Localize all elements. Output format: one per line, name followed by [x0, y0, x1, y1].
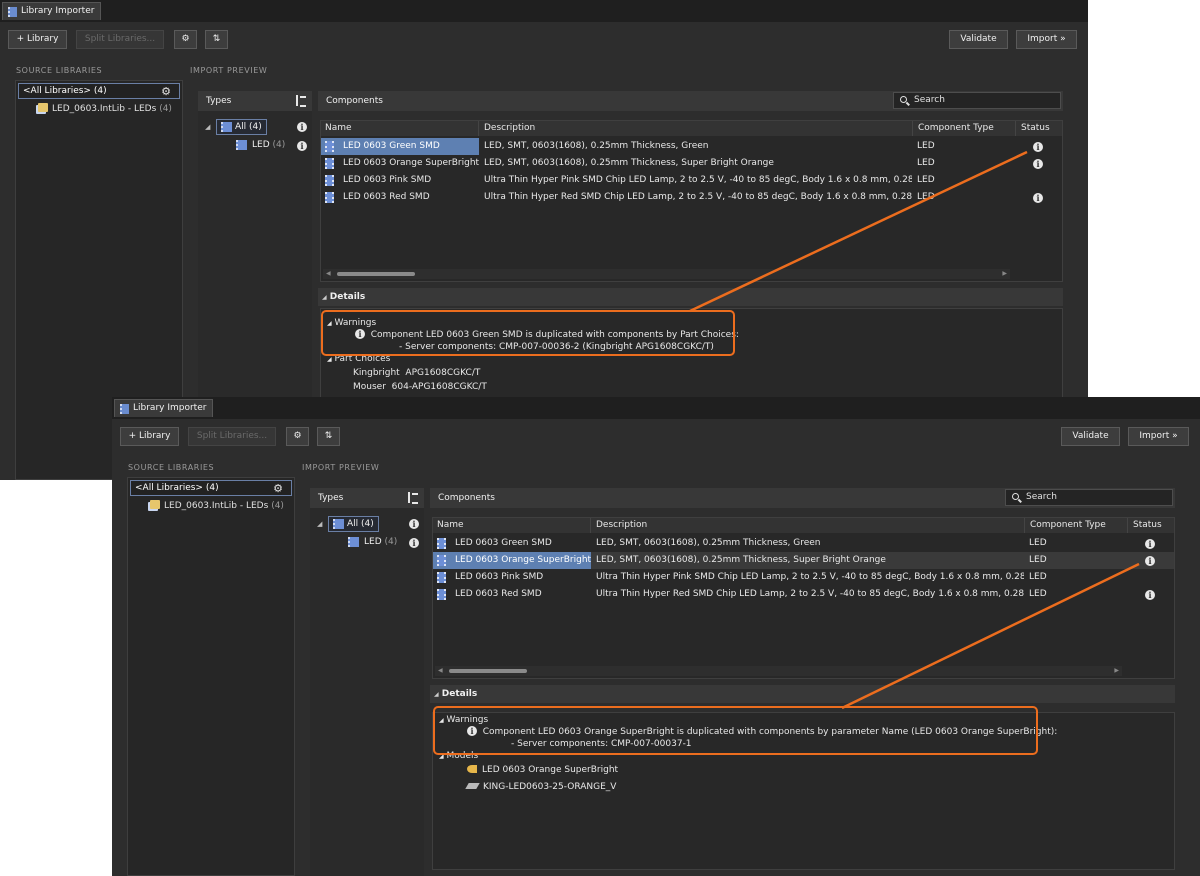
callout-line — [841, 562, 1140, 710]
library-importer-panel-bottom: Library Importer + Library Split Librari… — [112, 397, 1200, 876]
